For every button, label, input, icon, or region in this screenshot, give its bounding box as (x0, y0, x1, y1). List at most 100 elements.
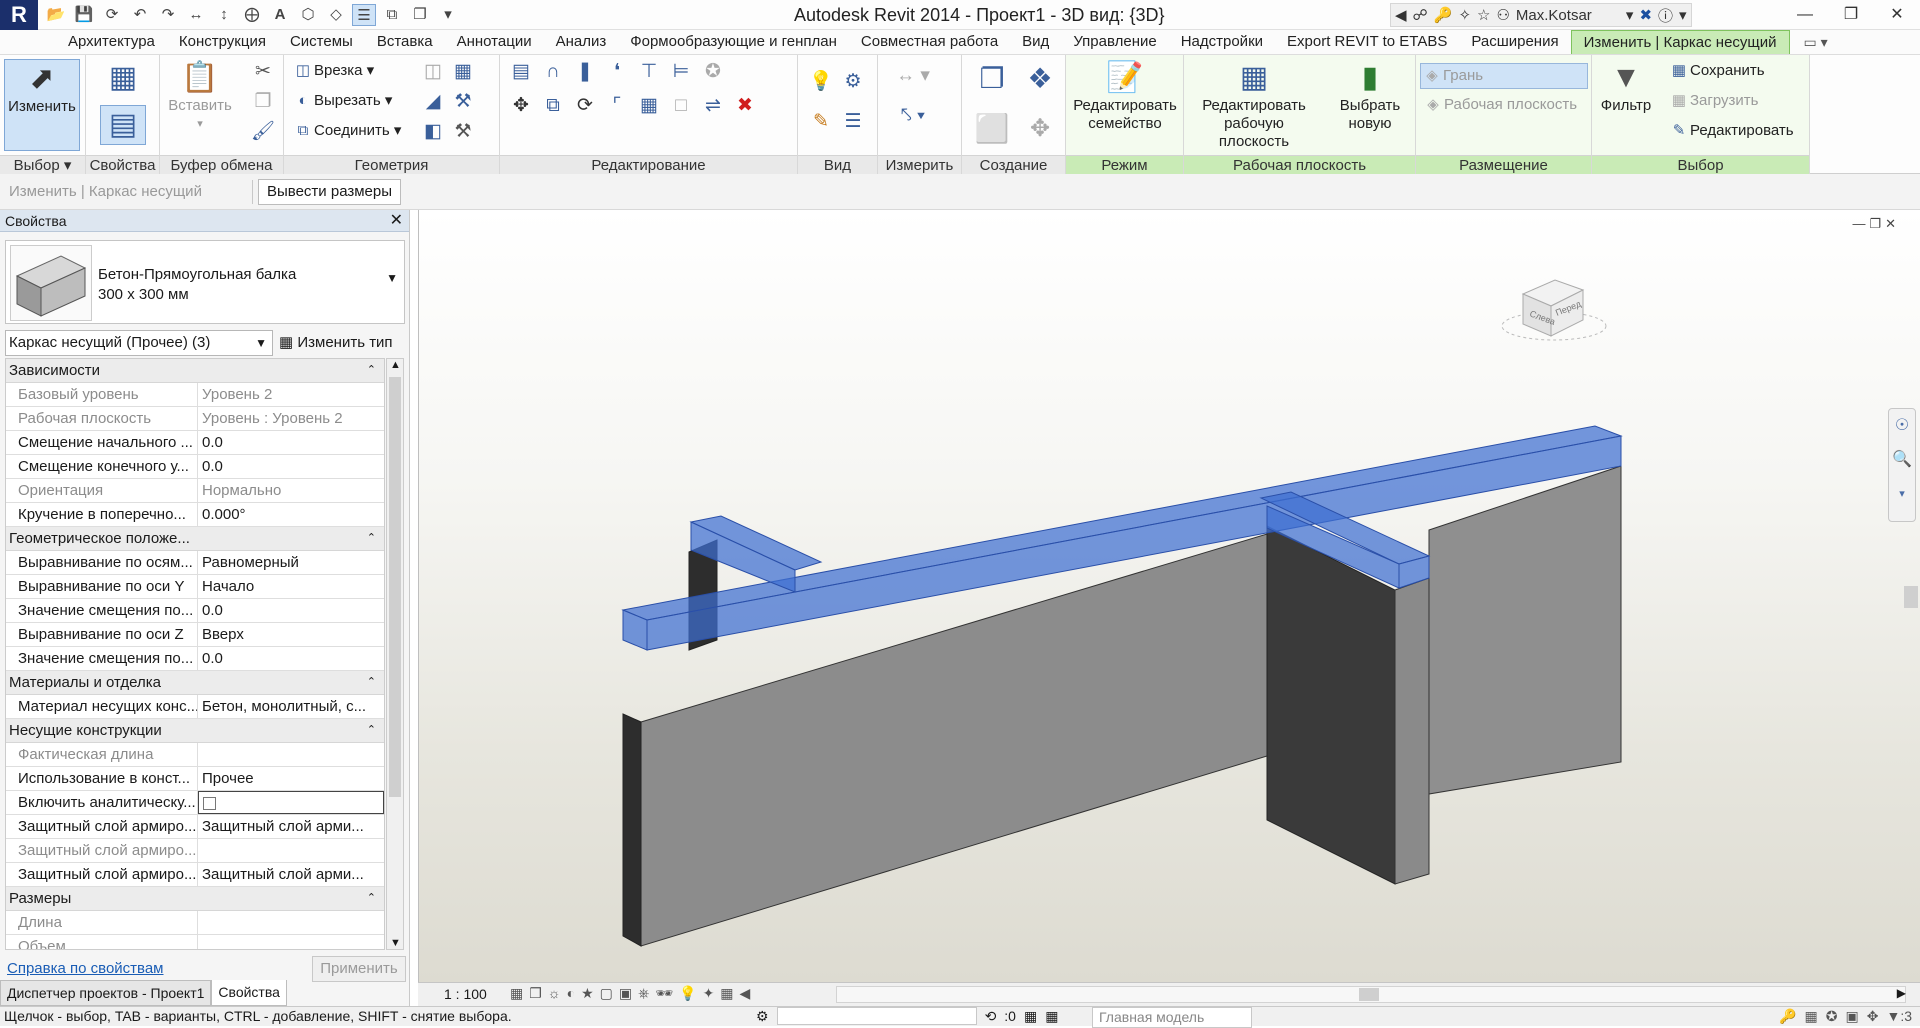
undo-icon[interactable]: ↶ (128, 4, 152, 26)
trim-extend-icon[interactable]: ⌜ (604, 93, 630, 119)
show-dimensions-button[interactable]: Вывести размеры (258, 179, 402, 205)
viewport-horizontal-scrollbar[interactable] (836, 986, 1906, 1003)
unlock-3d-icon[interactable]: ⎈ (638, 985, 649, 1002)
open-icon[interactable]: 📂 (44, 4, 68, 26)
property-row[interactable]: Выравнивание по оси Z Вверх (6, 623, 384, 647)
mirror-draw-icon[interactable]: ❛ (604, 59, 630, 85)
workset-icon[interactable]: ⚙ (756, 1007, 769, 1026)
property-group-header[interactable]: Материалы и отделка ⌃ (6, 671, 384, 695)
close-icon[interactable]: ✕ (1874, 0, 1920, 30)
text-icon[interactable]: A (268, 4, 292, 26)
property-value[interactable]: 0.0 (198, 599, 384, 622)
tab-manage[interactable]: Управление (1061, 30, 1168, 54)
property-value[interactable]: Бетон, монолитный, с... (198, 695, 384, 718)
property-row[interactable]: Включить аналитическу... (6, 791, 384, 815)
pin-icon[interactable]: ✪ (700, 59, 726, 85)
override-icon[interactable]: ⚙ (840, 69, 866, 95)
analytical-model-icon[interactable]: ✦ (703, 985, 715, 1002)
close-hidden-icon[interactable]: ⧉ (380, 4, 404, 26)
property-row[interactable]: Значение смещения по... 0.0 (6, 647, 384, 671)
property-group-header[interactable]: Несущие конструкции ⌃ (6, 719, 384, 743)
detail-level-icon[interactable]: ▦ (510, 985, 523, 1002)
minimize-icon[interactable]: — (1782, 0, 1828, 30)
tab-massing-site[interactable]: Формообразующие и генплан (618, 30, 849, 54)
property-value[interactable]: Прочее (198, 767, 384, 790)
tab-systems[interactable]: Системы (278, 30, 365, 54)
tab-annotate[interactable]: Аннотации (445, 30, 544, 54)
hammer-icon[interactable]: ⚒ (450, 119, 476, 145)
zoom-icon[interactable]: 🔍 (1889, 443, 1915, 477)
offset-icon[interactable]: ∩ (540, 59, 566, 85)
type-properties-button[interactable]: ▦ (100, 59, 146, 97)
help-dropdown-icon[interactable]: ▾ (1679, 6, 1687, 24)
viewport-scroll-thumb[interactable] (1904, 586, 1918, 608)
edit-family-button[interactable]: 📝 Редактировать семейство (1070, 59, 1180, 133)
tab-structure[interactable]: Конструкция (167, 30, 278, 54)
switch-windows-icon[interactable]: ❐ (408, 4, 432, 26)
delete-icon[interactable]: ✖ (732, 93, 758, 119)
app-menu-button[interactable]: R (0, 0, 38, 30)
rendering-icon[interactable]: ★ (581, 985, 594, 1002)
scroll-right-icon[interactable]: ▶ (1897, 986, 1906, 1000)
property-value[interactable]: 0.0 (198, 647, 384, 670)
properties-help-link[interactable]: Справка по свойствам (7, 960, 164, 977)
select-by-face-icon[interactable]: ▣ (1845, 1007, 1858, 1026)
scroll-up-icon[interactable]: ▲ (390, 359, 401, 371)
cut-icon[interactable]: ✂ (250, 59, 276, 85)
load-selection-button[interactable]: ▦ Загрузить (1668, 91, 1759, 109)
property-value[interactable]: Вверх (198, 623, 384, 646)
join-button[interactable]: ⧉ Соединить ▾ (292, 121, 402, 139)
create-parts-icon[interactable]: ❖ (1020, 59, 1060, 99)
properties-scrollbar[interactable]: ▲ ▼ (386, 358, 404, 950)
shadows-icon[interactable]: ◐ (567, 985, 575, 1002)
property-row[interactable]: Выравнивание по оси Y Начало (6, 575, 384, 599)
similar-icon[interactable]: ✥ (1020, 109, 1060, 149)
split-gap-icon[interactable]: ⊨ (668, 59, 694, 85)
save-selection-button[interactable]: ▦ Сохранить (1668, 61, 1765, 79)
collapse-icon[interactable]: ⌃ (367, 719, 376, 742)
design-options-icon[interactable]: ▦ (1024, 1007, 1037, 1026)
drag-elements-icon[interactable]: ✥ (1867, 1007, 1879, 1026)
collapse-icon[interactable]: ⌃ (367, 671, 376, 694)
close-icon[interactable]: ✕ (390, 210, 403, 232)
cope-button[interactable]: ◫ Врезка ▾ (292, 61, 374, 79)
tab-extensions[interactable]: Расширения (1459, 30, 1570, 54)
customize-icon[interactable]: ▾ (436, 4, 460, 26)
tab-properties[interactable]: Свойства (211, 980, 287, 1006)
dimension-icon[interactable]: ↕ (212, 4, 236, 26)
temp-hide-icon[interactable]: 🕶 (655, 985, 673, 1002)
viewcube[interactable]: Слева Перед (1499, 268, 1609, 350)
scroll-left-icon[interactable]: ◀ (740, 985, 751, 1002)
tab-architecture[interactable]: Архитектура (56, 30, 167, 54)
property-value[interactable] (198, 791, 384, 814)
sun-path-icon[interactable]: ☼ (548, 985, 561, 1002)
tab-analyze[interactable]: Анализ (544, 30, 619, 54)
instance-filter-select[interactable]: Каркас несущий (Прочее) (3) ▼ (5, 330, 273, 356)
wall-joins-icon[interactable]: ◢ (420, 89, 446, 115)
tab-view[interactable]: Вид (1010, 30, 1061, 54)
panel-label-select[interactable]: Выбор ▾ (0, 155, 85, 175)
filter-count-icon[interactable]: ▼:3 (1886, 1007, 1912, 1026)
property-value[interactable]: Защитный слой арми... (198, 815, 384, 838)
property-value[interactable]: 0.0 (198, 431, 384, 454)
property-value[interactable]: Защитный слой арми... (198, 863, 384, 886)
select-links-icon[interactable]: 🔑 (1779, 1007, 1796, 1026)
user-dropdown-icon[interactable]: ▾ (1626, 6, 1634, 24)
scroll-down-icon[interactable]: ▼ (390, 937, 401, 949)
mirror-axis-icon[interactable]: ❚ (572, 59, 598, 85)
apply-button[interactable]: Применить (312, 956, 406, 982)
restore-icon[interactable]: ❐ (1828, 0, 1874, 30)
collapse-icon[interactable]: ⌃ (367, 359, 376, 382)
tab-insert[interactable]: Вставка (365, 30, 445, 54)
horizontal-scroll-thumb[interactable] (1359, 988, 1379, 1001)
favorites-icon[interactable]: ☆ (1477, 6, 1490, 24)
create-group-icon[interactable]: ⬜ (972, 109, 1012, 149)
property-row[interactable]: Смещение начального ... 0.0 (6, 431, 384, 455)
property-row[interactable]: Защитный слой армиро... Защитный слой арм… (6, 863, 384, 887)
measure-between-icon[interactable]: ↔ ▾ (892, 63, 934, 89)
property-group-header[interactable]: Размеры ⌃ (6, 887, 384, 911)
beam-join-icon[interactable]: ◧ (420, 119, 446, 145)
property-row[interactable]: Материал несущих конс... Бетон, монолитны… (6, 695, 384, 719)
paste-button[interactable]: 📋 Вставить ▾ (168, 59, 232, 133)
scale-icon[interactable]: □ (668, 93, 694, 119)
